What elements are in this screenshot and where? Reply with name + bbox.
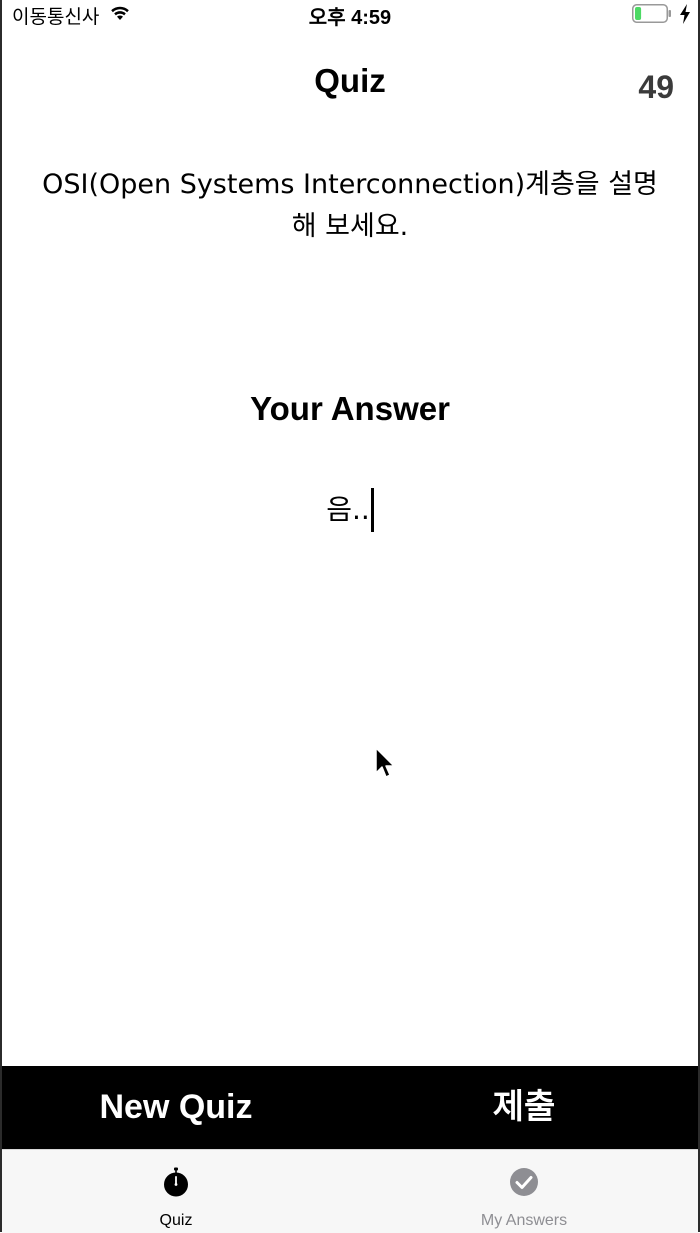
submit-button[interactable]: 제출 (350, 1066, 698, 1149)
mouse-pointer-icon (375, 747, 395, 778)
status-time: 오후 4:59 (308, 7, 392, 29)
status-bar: 이동통신사 오후 4:59 (0, 0, 700, 29)
battery-icon (632, 4, 671, 23)
tab-my-answers[interactable]: My Answers (350, 1150, 698, 1233)
answer-heading: Your Answer (250, 390, 450, 427)
action-bar: New Quiz 제출 (2, 1066, 698, 1149)
tab-bar: Quiz My Answers (2, 1149, 698, 1233)
new-quiz-button[interactable]: New Quiz (2, 1066, 350, 1149)
frame-edge-left (0, 0, 2, 1232)
answer-input[interactable]: 음.. (0, 488, 700, 532)
tab-quiz[interactable]: Quiz (2, 1150, 350, 1233)
stopwatch-icon (164, 1167, 188, 1197)
text-caret (370, 488, 374, 532)
charging-bolt-icon (680, 4, 690, 24)
tab-quiz-label: Quiz (159, 1212, 193, 1229)
page-title: Quiz (314, 62, 386, 99)
tab-my-answers-label: My Answers (480, 1212, 568, 1229)
question-text: OSI(Open Systems Interconnection)계층을 설명해… (42, 169, 658, 242)
checkmark-circle-icon (510, 1168, 538, 1196)
timer-count: 49 (638, 69, 674, 105)
answer-input-value: 음.. (326, 493, 370, 526)
